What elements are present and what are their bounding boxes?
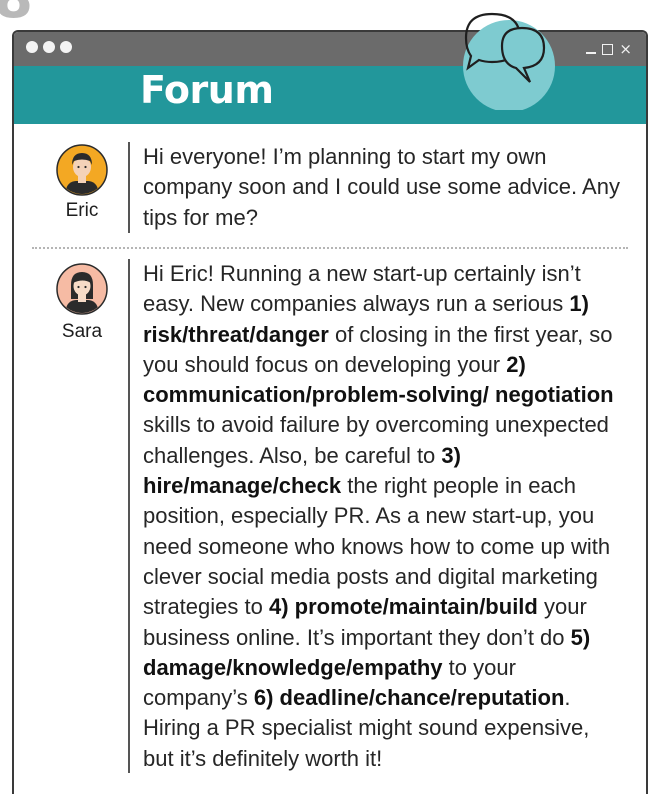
post-message: Hi Eric! Running a new start-up certainl… <box>128 259 623 773</box>
post-text: skills to avoid failure by overcoming un… <box>143 412 609 468</box>
chat-bubbles-icon <box>463 12 555 110</box>
post-divider <box>32 247 628 249</box>
window-controls: × <box>586 40 632 58</box>
close-icon[interactable]: × <box>619 40 632 58</box>
post-author-column: Eric <box>14 142 128 233</box>
answer-choice: 6) deadline/chance/reputation <box>253 685 565 711</box>
answer-choice: 4) promote/maintain/build <box>268 594 538 620</box>
page-title: Forum <box>140 68 274 112</box>
window-dot-icon[interactable] <box>43 41 55 53</box>
forum-post: Sara Hi Eric! Running a new start-up cer… <box>14 259 646 773</box>
forum-window: × Forum Eric Hi everyone! I’m planning t… <box>12 30 648 794</box>
post-author: Eric <box>65 200 99 221</box>
forum-post: Eric Hi everyone! I’m planning to start … <box>14 142 646 233</box>
avatar-icon <box>56 144 108 196</box>
post-text: Hi Eric! Running a new start-up certainl… <box>143 261 581 317</box>
window-dot-icon[interactable] <box>60 41 72 53</box>
maximize-icon[interactable] <box>602 43 614 55</box>
page-number-fragment: 8 <box>0 0 33 31</box>
minimize-icon[interactable] <box>586 52 597 54</box>
post-text: Hi everyone! I’m planning to start my ow… <box>143 144 620 230</box>
window-dots <box>26 41 72 53</box>
post-author-column: Sara <box>14 259 128 773</box>
post-message: Hi everyone! I’m planning to start my ow… <box>128 142 623 233</box>
avatar-icon <box>56 263 108 315</box>
window-dot-icon[interactable] <box>26 41 38 53</box>
post-author: Sara <box>61 321 103 342</box>
